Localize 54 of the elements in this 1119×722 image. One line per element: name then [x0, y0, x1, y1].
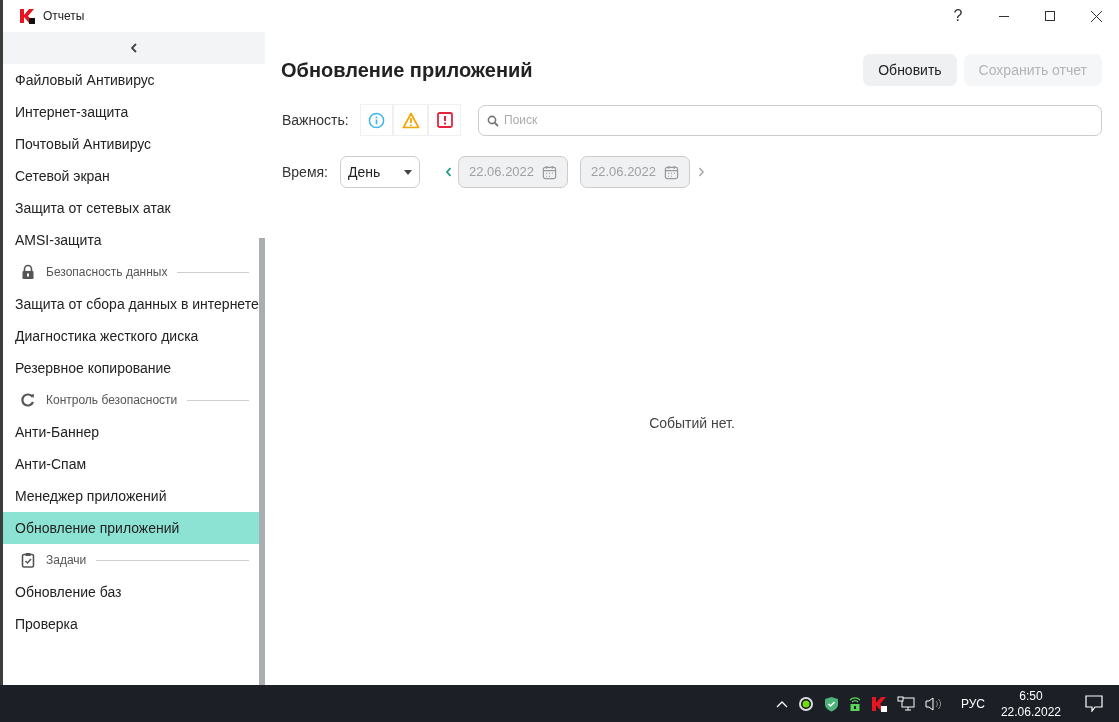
sidebar-item[interactable]: Анти-Спам: [3, 448, 259, 480]
app-logo-icon: [19, 8, 35, 24]
sidebar-item[interactable]: Анти-Баннер: [3, 416, 259, 448]
time-label: Время:: [282, 162, 329, 182]
help-button[interactable]: ?: [935, 0, 981, 32]
refresh-shield-icon: [20, 392, 36, 408]
sidebar-item[interactable]: Обновление баз: [3, 576, 259, 608]
empty-message: Событий нет.: [649, 414, 735, 433]
error-icon: [436, 112, 453, 128]
chevron-up-icon[interactable]: [775, 699, 788, 708]
chevron-left-icon: [444, 167, 452, 177]
notification-icon[interactable]: [1085, 695, 1103, 712]
status-circle-icon[interactable]: [797, 695, 814, 712]
page-title: Обновление приложений: [281, 58, 533, 83]
sidebar-item[interactable]: Обновление приложений: [3, 512, 259, 544]
scrollbar-thumb[interactable]: [259, 238, 265, 685]
chevron-right-icon: [697, 167, 705, 177]
section-heading: Задачи: [46, 552, 87, 569]
sidebar-item[interactable]: Менеджер приложений: [3, 480, 259, 512]
sidebar-item[interactable]: Почтовый Антивирус: [3, 128, 259, 160]
network-icon[interactable]: [896, 695, 915, 712]
calendar-icon: [542, 164, 557, 180]
sidebar-item[interactable]: Сетевой экран: [3, 160, 259, 192]
search-field[interactable]: Поиск: [478, 104, 1102, 136]
info-icon: [368, 111, 385, 129]
lock-icon: [20, 264, 36, 280]
error-filter-button[interactable]: [428, 104, 461, 136]
sidebar-item[interactable]: Проверка: [3, 608, 259, 640]
caret-icon: [404, 169, 412, 175]
calendar-icon: [664, 164, 679, 180]
network-lock-icon[interactable]: [848, 695, 861, 712]
sidebar-item[interactable]: Защита от сетевых атак: [3, 192, 259, 224]
sidebar-item[interactable]: Диагностика жесткого диска: [3, 320, 259, 352]
search-icon: [487, 114, 499, 127]
language-indicator[interactable]: РУС: [960, 694, 985, 713]
window-title: Отчеты: [43, 8, 85, 25]
shield-check-icon[interactable]: [823, 695, 839, 712]
warning-icon: [401, 111, 420, 129]
section-heading: Безопасность данных: [46, 264, 168, 281]
sidebar-item[interactable]: Резервное копирование: [3, 352, 259, 384]
sidebar-item[interactable]: Файловый Антивирус: [3, 64, 259, 96]
refresh-button[interactable]: Обновить: [863, 54, 957, 86]
volume-icon[interactable]: [924, 695, 943, 712]
sidebar-item[interactable]: Защита от сбора данных в интернете: [3, 288, 259, 320]
clipboard-check-icon: [20, 552, 36, 568]
sidebar-item[interactable]: AMSI-защита: [3, 224, 259, 256]
sidebar-item[interactable]: Интернет-защита: [3, 96, 259, 128]
clock[interactable]: 6:50 22.06.2022: [992, 687, 1069, 720]
period-dropdown[interactable]: День: [340, 156, 420, 188]
chevron-left-icon: [130, 43, 138, 53]
severity-label: Важность:: [282, 110, 350, 130]
section-heading: Контроль безопасности: [46, 392, 178, 409]
close-icon: [1090, 10, 1102, 22]
app-tray-icon[interactable]: [870, 695, 887, 712]
